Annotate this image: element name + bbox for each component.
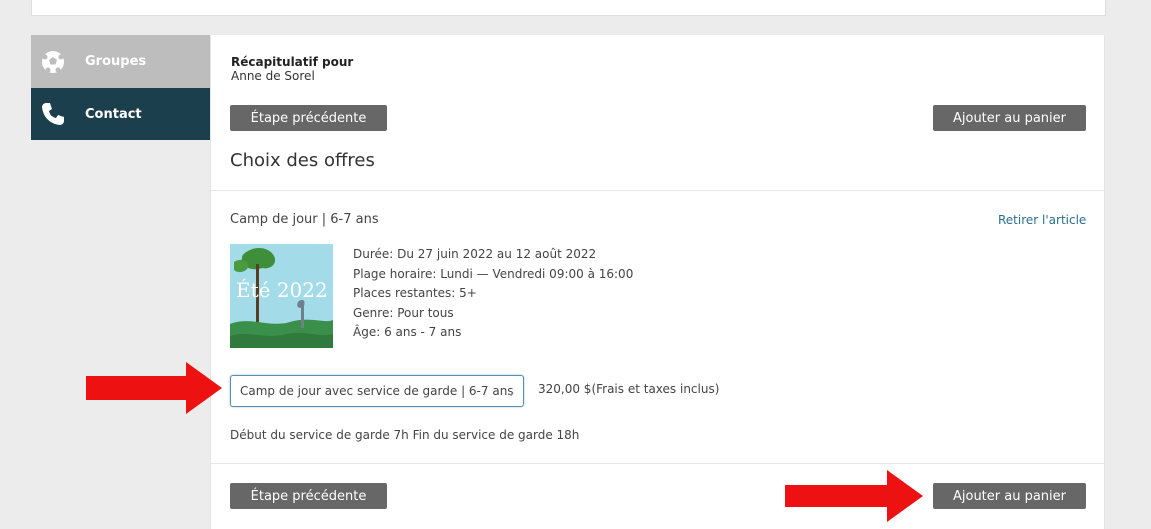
detail-schedule: Plage horaire: Lundi — Vendredi 09:00 à … — [353, 266, 634, 281]
sidebar-item-groupes[interactable]: Groupes — [31, 35, 210, 88]
price-label: 320,00 $(Frais et taxes inclus) — [538, 382, 720, 396]
soccer-ball-icon — [39, 48, 67, 76]
product-name: Camp de jour | 6-7 ans — [230, 212, 379, 227]
phone-icon — [39, 100, 67, 128]
add-to-cart-button[interactable]: Ajouter au panier — [933, 105, 1086, 131]
divider — [211, 190, 1104, 191]
annotation-arrow-icon — [785, 470, 923, 522]
top-panel — [31, 0, 1106, 16]
remove-item-link[interactable]: Retirer l'article — [998, 213, 1086, 227]
detail-duration: Durée: Du 27 juin 2022 au 12 août 2022 — [353, 247, 597, 261]
sidebar: Groupes Contact — [31, 35, 210, 140]
service-note: Début du service de garde 7h Fin du serv… — [230, 428, 580, 442]
thumbnail-text: Été 2022 — [236, 278, 328, 302]
recap-name: Anne de Sorel — [231, 69, 315, 83]
divider — [211, 463, 1104, 464]
product-details: Durée: Du 27 juin 2022 au 12 août 2022 P… — [353, 245, 633, 343]
previous-step-button-bottom[interactable]: Étape précédente — [230, 483, 387, 509]
sidebar-item-contact[interactable]: Contact — [31, 88, 210, 140]
annotation-arrow-icon — [86, 362, 222, 414]
detail-age: Âge: 6 ans - 7 ans — [353, 325, 462, 339]
detail-places: Places restantes: 5+ — [353, 286, 477, 300]
add-to-cart-button-bottom[interactable]: Ajouter au panier — [933, 483, 1086, 509]
product-thumbnail: Été 2022 — [230, 244, 333, 348]
previous-step-button[interactable]: Étape précédente — [230, 105, 387, 131]
chevron-down-icon: ⌄ — [505, 385, 516, 399]
section-title: Choix des offres — [230, 150, 375, 171]
detail-gender: Genre: Pour tous — [353, 305, 454, 320]
sidebar-item-label: Contact — [85, 106, 142, 122]
sidebar-item-label: Groupes — [85, 54, 147, 69]
offer-select[interactable]: Camp de jour avec service de garde | 6-7… — [230, 375, 524, 407]
main-panel: Récapitulatif pour Anne de Sorel Étape p… — [210, 35, 1105, 529]
recap-title: Récapitulatif pour — [231, 55, 354, 69]
offer-select-value: Camp de jour avec service de garde | 6-7… — [240, 384, 514, 398]
